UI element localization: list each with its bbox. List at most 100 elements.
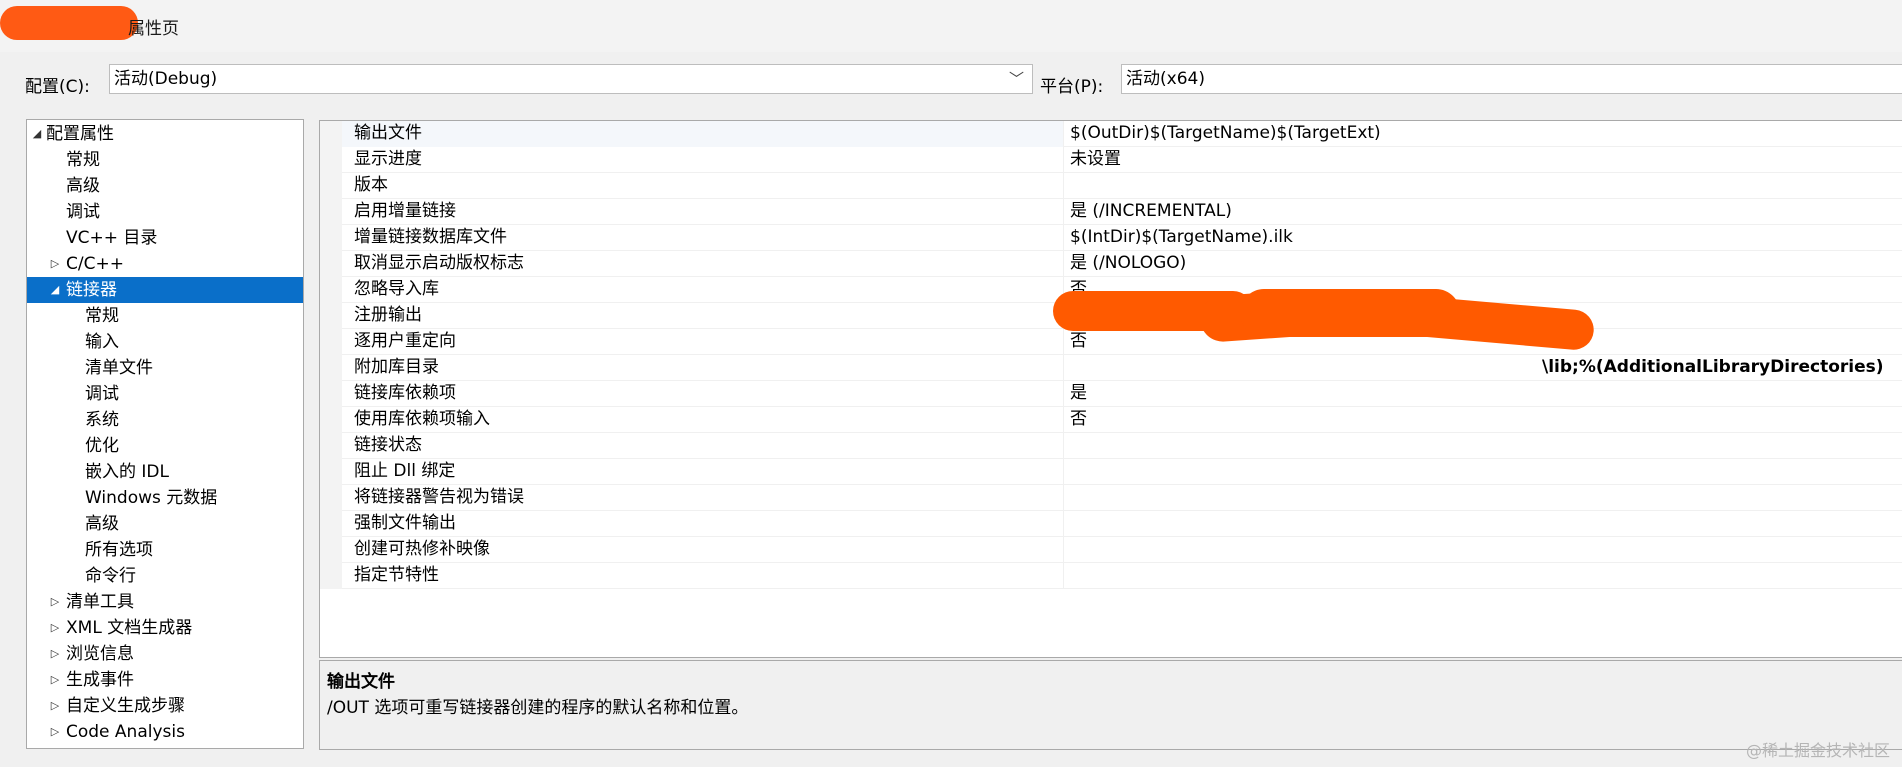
tree-item-label: 浏览信息 [66,644,134,664]
tree-item[interactable]: 调试 [27,381,303,407]
row-gutter [320,381,342,407]
row-gutter [320,563,342,589]
row-gutter [320,277,342,303]
row-gutter [320,251,342,277]
column-divider [1063,121,1064,147]
tree-item[interactable]: Windows 元数据 [27,485,303,511]
property-name: 指定节特性 [354,565,439,585]
config-dropdown[interactable]: 活动(Debug) ﹀ [109,64,1033,94]
row-gutter [320,173,342,199]
collapsed-arrow-icon[interactable]: ▷ [48,615,62,641]
tree-item-label: XML 文档生成器 [66,618,193,638]
expanded-arrow-icon[interactable]: ◢ [30,121,44,147]
column-divider [1063,225,1064,251]
property-row[interactable]: 版本 [320,173,1902,199]
property-value[interactable]: \lib;%(AdditionalLibraryDirectories) [1542,355,1884,380]
collapsed-arrow-icon[interactable]: ▷ [48,719,62,745]
property-tree[interactable]: ◢ 配置属性 常规 高级 调试 VC++ 目录 ▷ C/C++ ◢ 链接器 常规 输入 清单文件 调试 系统… [26,119,304,749]
tree-item-label: 自定义生成步骤 [66,696,185,716]
tree-item[interactable]: ▷ 清单工具 [27,589,303,615]
tree-item[interactable]: ▷ Code Analysis [27,719,303,745]
row-gutter [320,459,342,485]
collapsed-arrow-icon[interactable]: ▷ [48,641,62,667]
tree-item[interactable]: 常规 [27,303,303,329]
row-gutter [320,329,342,355]
tree-item-label: 调试 [85,384,119,404]
expanded-arrow-icon[interactable]: ◢ [48,277,62,303]
description-pane: 输出文件 /OUT 选项可重写链接器创建的程序的默认名称和位置。 [319,660,1902,750]
tree-item[interactable]: 所有选项 [27,537,303,563]
property-row[interactable]: 链接状态 [320,433,1902,459]
tree-item-label: 嵌入的 IDL [85,462,169,482]
property-row[interactable]: 取消显示启动版权标志 是 (/NOLOGO) [320,251,1902,277]
property-value[interactable]: 未设置 [1070,147,1121,172]
tree-item[interactable]: ▷ 浏览信息 [27,641,303,667]
row-gutter [320,225,342,251]
tree-item[interactable]: 输入 [27,329,303,355]
property-value[interactable]: 是 (/INCREMENTAL) [1070,199,1232,224]
tree-item-label: Code Analysis [66,722,185,742]
tree-item[interactable]: 高级 [27,173,303,199]
tree-item-label: 生成事件 [66,670,134,690]
property-value[interactable]: 否 [1070,407,1087,432]
property-grid[interactable]: 指定节特性 创建可热修补映像 强制文件输出 将链接器警告视为错误 阻止 Dll 绑定 链接… [319,120,1902,658]
tree-item-label: VC++ 目录 [66,228,158,248]
tree-item[interactable]: 清单文件 [27,355,303,381]
tree-item-label: 常规 [85,306,119,326]
row-gutter [320,355,342,381]
tree-item[interactable]: 调试 [27,199,303,225]
tree-item[interactable]: 常规 [27,147,303,173]
property-row[interactable]: 使用库依赖项输入 否 [320,407,1902,433]
window-title: 属性页 [128,19,179,39]
collapsed-arrow-icon[interactable]: ▷ [48,667,62,693]
collapsed-arrow-icon[interactable]: ▷ [48,251,62,277]
property-row[interactable]: 输出文件 $(OutDir)$(TargetName)$(TargetExt) [320,121,1902,147]
property-row[interactable]: 启用增量链接 是 (/INCREMENTAL) [320,199,1902,225]
tree-item-label: 调试 [66,202,100,222]
property-row[interactable]: 链接库依赖项 是 [320,381,1902,407]
tree-item[interactable]: ▷ XML 文档生成器 [27,615,303,641]
property-row[interactable]: 创建可热修补映像 [320,537,1902,563]
tree-item[interactable]: ▷ 自定义生成步骤 [27,693,303,719]
property-row[interactable]: 将链接器警告视为错误 [320,485,1902,511]
property-value[interactable]: 是 (/NOLOGO) [1070,251,1186,276]
tree-item-label: 高级 [85,514,119,534]
property-row[interactable]: 增量链接数据库文件 $(IntDir)$(TargetName).ilk [320,225,1902,251]
tree-item[interactable]: ◢ 配置属性 [27,121,303,147]
column-divider [1063,459,1064,485]
tree-item-label: 清单工具 [66,592,134,612]
collapsed-arrow-icon[interactable]: ▷ [48,589,62,615]
tree-item-label: 命令行 [85,566,136,586]
tree-item[interactable]: VC++ 目录 [27,225,303,251]
property-row[interactable]: 显示进度 未设置 [320,147,1902,173]
property-row[interactable]: 指定节特性 [320,563,1902,589]
property-row[interactable]: 附加库目录 \lib;%(AdditionalLibraryDirectories… [320,355,1902,381]
tree-item[interactable]: ▷ C/C++ [27,251,303,277]
property-name: 启用增量链接 [354,201,456,221]
property-name: 链接库依赖项 [354,383,456,403]
tree-item-label: 链接器 [66,280,117,300]
tree-item[interactable]: 命令行 [27,563,303,589]
column-divider [1063,485,1064,511]
collapsed-arrow-icon[interactable]: ▷ [48,693,62,719]
column-divider [1063,563,1064,589]
property-row[interactable]: 阻止 Dll 绑定 [320,459,1902,485]
platform-label: 平台(P): [1040,77,1104,97]
tree-item[interactable]: ◢ 链接器 [27,277,303,303]
tree-item[interactable]: 嵌入的 IDL [27,459,303,485]
tree-item[interactable]: ▷ 生成事件 [27,667,303,693]
tree-item[interactable]: 优化 [27,433,303,459]
property-value[interactable]: 否 [1070,329,1087,354]
property-value[interactable]: $(IntDir)$(TargetName).ilk [1070,225,1293,250]
tree-item[interactable]: 高级 [27,511,303,537]
property-row[interactable]: 强制文件输出 [320,511,1902,537]
selected-row-highlight [342,121,1063,147]
property-name: 使用库依赖项输入 [354,409,490,429]
column-divider [1063,511,1064,537]
property-row[interactable]: 逐用户重定向 否 [320,329,1902,355]
platform-dropdown-value: 活动(x64) [1126,69,1205,89]
property-value[interactable]: $(OutDir)$(TargetName)$(TargetExt) [1070,121,1381,146]
tree-item[interactable]: 系统 [27,407,303,433]
platform-dropdown[interactable]: 活动(x64) [1121,64,1902,94]
property-value[interactable]: 是 [1070,381,1087,406]
